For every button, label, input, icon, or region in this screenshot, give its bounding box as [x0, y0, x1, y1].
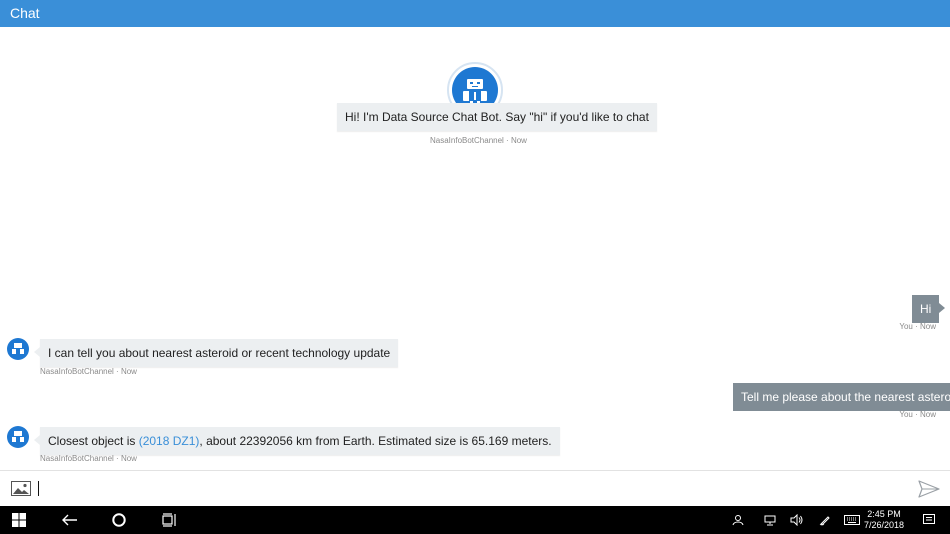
- windows-taskbar: 2:45 PM 7/26/2018: [0, 506, 950, 534]
- bot-message-1: I can tell you about nearest asteroid or…: [33, 339, 399, 367]
- bot-avatar: [7, 426, 29, 448]
- message-input[interactable]: [38, 479, 898, 499]
- message-input-bar: [0, 470, 950, 506]
- robot-icon: [12, 431, 24, 442]
- volume-icon[interactable]: [790, 512, 804, 528]
- user-message-2-meta: You · Now: [899, 410, 936, 419]
- robot-icon: [463, 79, 487, 103]
- robot-icon: [12, 343, 24, 354]
- taskbar-clock[interactable]: 2:45 PM 7/26/2018: [862, 509, 906, 531]
- bot-avatar: [7, 338, 29, 360]
- bot-message-2-text-before: Closest object is: [48, 434, 139, 448]
- user-message-2: Tell me please about the nearest asteroi…: [733, 383, 950, 411]
- people-icon[interactable]: [731, 512, 745, 528]
- user-message-1-meta: You · Now: [899, 322, 936, 331]
- pen-icon[interactable]: [818, 512, 832, 528]
- text-cursor: [38, 481, 39, 496]
- chat-transcript[interactable]: Hi! I'm Data Source Chat Bot. Say "hi" i…: [0, 27, 950, 470]
- back-arrow-icon[interactable]: [61, 512, 79, 528]
- image-upload-icon[interactable]: [11, 481, 31, 496]
- user-message-1: Hi: [912, 295, 946, 323]
- bot-message-2-text-after: , about 22392056 km from Earth. Estimate…: [199, 434, 552, 448]
- app-titlebar: Chat: [0, 0, 950, 27]
- network-icon[interactable]: [763, 512, 777, 528]
- task-view-icon[interactable]: [161, 512, 179, 528]
- bot-message-2: Closest object is (2018 DZ1), about 2239…: [34, 427, 560, 455]
- app-title: Chat: [10, 5, 40, 21]
- clock-time: 2:45 PM: [867, 509, 901, 519]
- keyboard-icon[interactable]: [843, 512, 861, 528]
- welcome-message: Hi! I'm Data Source Chat Bot. Say "hi" i…: [337, 103, 657, 131]
- asteroid-link[interactable]: (2018 DZ1): [139, 434, 200, 448]
- notification-icon[interactable]: [922, 512, 936, 528]
- bot-message-2-meta: NasaInfoBotChannel · Now: [40, 454, 137, 463]
- send-icon[interactable]: [918, 480, 940, 498]
- windows-start-icon[interactable]: [11, 512, 27, 528]
- cortana-circle-icon[interactable]: [111, 512, 127, 528]
- welcome-meta: NasaInfoBotChannel · Now: [430, 136, 527, 145]
- clock-date: 7/26/2018: [863, 520, 905, 530]
- bot-message-1-meta: NasaInfoBotChannel · Now: [40, 367, 137, 376]
